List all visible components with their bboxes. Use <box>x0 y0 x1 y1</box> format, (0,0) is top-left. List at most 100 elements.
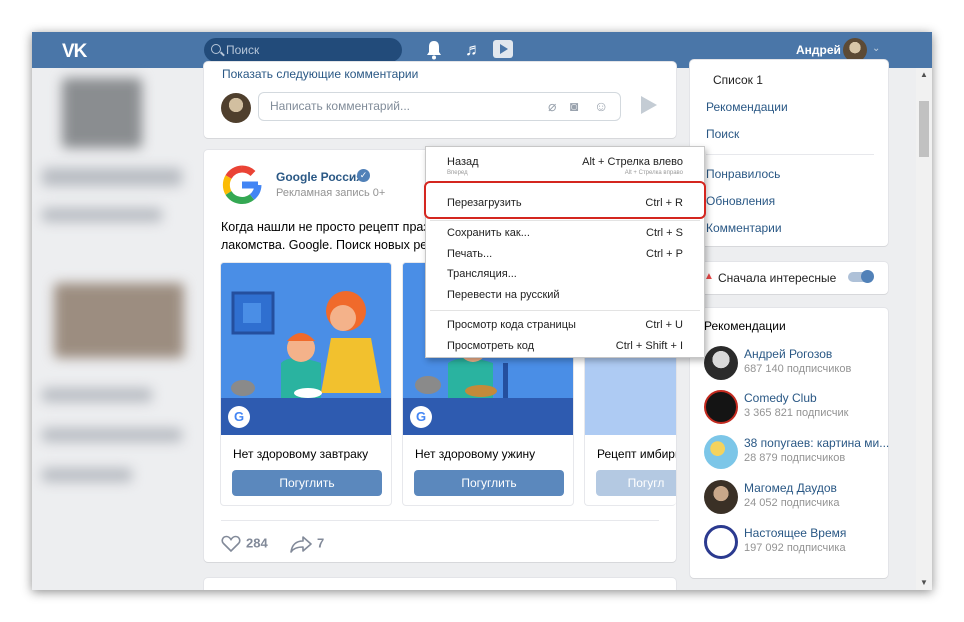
scroll-up-icon[interactable]: ▲ <box>920 70 928 79</box>
search-input[interactable]: Поиск <box>204 38 402 62</box>
nav-item-comments[interactable]: Комментарии <box>706 221 782 235</box>
avatar[interactable] <box>843 38 867 62</box>
send-icon[interactable] <box>641 96 657 114</box>
avatar[interactable] <box>704 525 738 559</box>
post-author[interactable]: Google Россия <box>276 170 363 184</box>
divider <box>706 154 874 155</box>
user-name[interactable]: Андрей <box>796 43 841 57</box>
comment-input[interactable]: Написать комментарий... <box>258 92 621 121</box>
like-button[interactable]: 284 <box>221 535 268 553</box>
menu-item-inspect[interactable]: Просмотреть код Ctrl + Shift + I <box>426 336 704 356</box>
recommendations-card: Рекомендации Андрей Рогозов 687 140 подп… <box>690 308 889 578</box>
menu-item-shortcut: Ctrl + S <box>646 227 683 239</box>
recommendation-name[interactable]: Магомед Даудов <box>744 481 837 495</box>
menu-item-translate[interactable]: Перевести на русский <box>426 285 704 305</box>
bell-icon[interactable] <box>425 40 443 60</box>
recommendation-name[interactable]: 38 попугаев: картина ми... <box>744 436 889 450</box>
post-text: Когда нашли не просто рецепт праздни лак… <box>221 218 441 254</box>
avatar <box>221 93 251 123</box>
recommendation-subscribers: 3 365 821 подписчик <box>744 407 849 419</box>
menu-item-save-as[interactable]: Сохранить как... Ctrl + S <box>426 223 704 243</box>
comment-card: Показать следующие комментарии Написать … <box>204 62 676 138</box>
recommendation-name[interactable]: Comedy Club <box>744 391 817 405</box>
recommendation-subscribers: 24 052 подписчика <box>744 497 840 509</box>
share-icon <box>290 536 312 553</box>
avatar[interactable] <box>704 480 738 514</box>
recommendations-title: Рекомендации <box>704 319 786 333</box>
interesting-first-toggle[interactable] <box>848 270 874 283</box>
google-it-button[interactable]: Погугл <box>596 470 676 496</box>
shares-count: 7 <box>317 535 325 551</box>
verified-icon: ✓ <box>357 169 370 182</box>
menu-item-label: Печать... <box>447 248 493 260</box>
paperclip-icon[interactable]: ⌀ <box>548 98 556 115</box>
menu-item-label: Сохранить как... <box>447 227 530 239</box>
avatar[interactable] <box>704 390 738 424</box>
recommendation-item[interactable]: Магомед Даудов 24 052 подписчика <box>704 480 894 518</box>
menu-item-view-source[interactable]: Просмотр кода страницы Ctrl + U <box>426 315 704 335</box>
tile-title: Нет здоровому завтраку <box>233 447 369 461</box>
post-subtitle: Рекламная запись 0+ <box>276 187 386 199</box>
nav-item-updates[interactable]: Обновления <box>706 194 775 208</box>
avatar[interactable] <box>704 346 738 380</box>
menu-item-label: Перевести на русский <box>447 289 560 301</box>
reload-highlight-frame <box>424 181 706 219</box>
share-button[interactable]: 7 <box>290 535 324 553</box>
google-g-icon: G <box>410 406 432 428</box>
music-icon[interactable]: ♬ <box>465 40 482 60</box>
recommendation-name[interactable]: Андрей Рогозов <box>744 347 832 361</box>
search-icon <box>211 44 221 54</box>
carousel-tile[interactable]: G Нет здоровому завтраку Погуглить <box>220 262 392 506</box>
recommendation-item[interactable]: Андрей Рогозов 687 140 подписчиков <box>704 346 894 384</box>
likes-count: 284 <box>246 535 268 551</box>
scrollbar-thumb[interactable] <box>919 101 929 157</box>
recommendation-item[interactable]: Настоящее Время 197 092 подписчика <box>704 525 894 563</box>
tile-title: Рецепт имбирн <box>597 447 676 461</box>
menu-item-label: Трансляция... <box>447 268 517 280</box>
post-text-line: Когда нашли не просто рецепт праздни <box>221 220 441 234</box>
nav-item-liked[interactable]: Понравилось <box>706 167 780 181</box>
scrollbar[interactable]: ▲ ▼ <box>916 68 932 590</box>
heart-icon <box>221 535 241 553</box>
smile-icon[interactable]: ☺ <box>594 98 608 114</box>
play-icon[interactable] <box>493 40 513 58</box>
google-logo-icon[interactable] <box>221 164 263 206</box>
flame-icon: ▲ <box>704 271 714 282</box>
nav-item-search[interactable]: Поиск <box>706 127 739 141</box>
tile-title: Нет здоровому ужину <box>415 447 536 461</box>
menu-item-print[interactable]: Печать... Ctrl + P <box>426 244 704 264</box>
chevron-down-icon[interactable]: ⌄ <box>872 43 880 54</box>
blurred-left-sidebar <box>32 68 197 590</box>
vk-logo[interactable]: VK <box>62 41 87 63</box>
divider <box>430 220 700 221</box>
recommendation-item[interactable]: Comedy Club 3 365 821 подписчик <box>704 390 894 428</box>
google-g-icon: G <box>228 406 250 428</box>
post-text-line: лакомства. Google. Поиск новых рецеп <box>221 238 441 252</box>
recommendation-item[interactable]: 38 попугаев: картина ми... 28 879 подпис… <box>704 435 894 473</box>
recommendation-name[interactable]: Настоящее Время <box>744 526 846 540</box>
menu-item-shortcut: Ctrl + U <box>645 319 683 331</box>
nav-item-list1[interactable]: Список 1 <box>713 73 763 87</box>
camera-icon[interactable]: ◙ <box>570 98 578 114</box>
menu-item-label: Просмотреть код <box>447 340 535 352</box>
divider <box>430 310 700 311</box>
menu-item-forward[interactable]: Вперед Alt + Стрелка вправо <box>426 169 704 177</box>
menu-item-cast[interactable]: Трансляция... <box>426 264 704 284</box>
scroll-down-icon[interactable]: ▼ <box>920 578 928 587</box>
nav-item-recommendations[interactable]: Рекомендации <box>706 100 788 114</box>
show-more-comments-link[interactable]: Показать следующие комментарии <box>222 67 418 81</box>
context-menu: Назад Alt + Стрелка влево Вперед Alt + С… <box>425 146 705 358</box>
interesting-first-card: ▲ Сначала интересные <box>690 262 888 294</box>
menu-item-label: Вперед <box>447 170 468 176</box>
google-it-button[interactable]: Погуглить <box>232 470 382 496</box>
recommendation-subscribers: 28 879 подписчиков <box>744 452 846 464</box>
google-it-button[interactable]: Погуглить <box>414 470 564 496</box>
menu-item-label: Просмотр кода страницы <box>447 319 576 331</box>
menu-item-shortcut: Alt + Стрелка вправо <box>624 170 683 176</box>
recommendation-subscribers: 687 140 подписчиков <box>744 363 852 375</box>
avatar[interactable] <box>704 435 738 469</box>
next-post-card <box>204 578 676 590</box>
recommendation-subscribers: 197 092 подписчика <box>744 542 846 554</box>
search-placeholder: Поиск <box>226 43 260 57</box>
news-filters-card: Список 1 Рекомендации Поиск Понравилось … <box>690 60 888 246</box>
